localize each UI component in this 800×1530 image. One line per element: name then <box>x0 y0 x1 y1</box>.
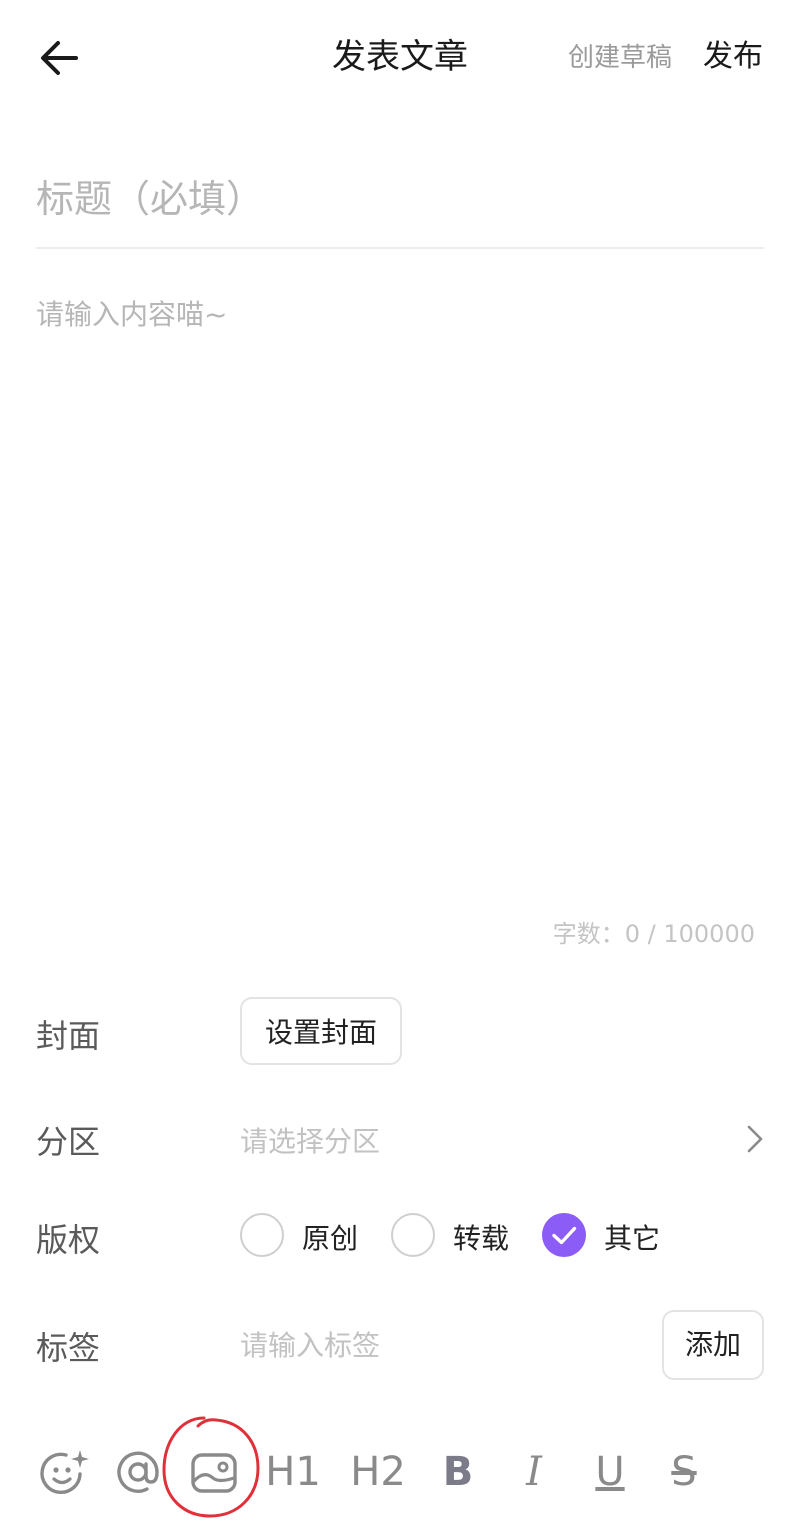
radio-checked-circle <box>542 1213 586 1257</box>
radio-circle <box>391 1213 435 1257</box>
radio-label: 原创 <box>302 1222 359 1255</box>
tag-input[interactable] <box>240 1322 640 1368</box>
page-title: 发表文章 <box>332 37 468 77</box>
cover-label: 封面 <box>36 1017 101 1055</box>
heading2-label: H2 <box>350 1449 406 1495</box>
partition-label: 分区 <box>36 1123 101 1161</box>
heading1-label: H1 <box>265 1449 321 1495</box>
italic-label: I <box>526 1449 542 1495</box>
add-tag-button[interactable]: 添加 <box>662 1310 764 1380</box>
word-count: 字数：0 / 100000 <box>552 920 755 948</box>
bold-button[interactable]: B <box>436 1440 480 1504</box>
radio-label: 其它 <box>604 1222 661 1255</box>
title-divider <box>36 247 764 249</box>
italic-button[interactable]: I <box>512 1440 556 1504</box>
copyright-radio-other[interactable]: 其它 <box>542 1213 672 1261</box>
tags-label: 标签 <box>36 1329 101 1367</box>
emoji-button[interactable] <box>36 1440 92 1504</box>
underline-label: U <box>595 1449 625 1495</box>
editor-toolbar: H1 H2 B I U S <box>0 1416 800 1530</box>
annotation-circle-icon <box>162 1416 260 1518</box>
radio-label: 转载 <box>453 1222 510 1255</box>
bold-label: B <box>442 1449 474 1495</box>
checkmark-icon <box>552 1226 577 1245</box>
strikethrough-button[interactable]: S <box>662 1440 706 1504</box>
underline-button[interactable]: U <box>588 1440 632 1504</box>
publish-button[interactable]: 发布 <box>703 36 763 78</box>
copyright-radio-repost[interactable]: 转载 <box>391 1213 521 1261</box>
mention-at-icon <box>117 1451 159 1493</box>
heading2-button[interactable]: H2 <box>348 1440 408 1504</box>
partition-select[interactable]: 请选择分区 <box>240 1114 770 1164</box>
create-draft-button[interactable]: 创建草稿 <box>568 40 672 76</box>
heading1-button[interactable]: H1 <box>264 1440 322 1504</box>
content-input[interactable] <box>36 294 762 894</box>
mention-button[interactable] <box>112 1440 164 1504</box>
copyright-label: 版权 <box>36 1221 101 1259</box>
emoji-sparkle-icon <box>40 1450 89 1495</box>
strikethrough-label: S <box>671 1449 697 1495</box>
set-cover-button[interactable]: 设置封面 <box>240 997 402 1065</box>
radio-circle <box>240 1213 284 1257</box>
copyright-radio-original[interactable]: 原创 <box>240 1213 370 1261</box>
partition-placeholder: 请选择分区 <box>240 1125 381 1158</box>
title-input[interactable] <box>36 170 762 228</box>
chevron-right-icon <box>747 1125 763 1153</box>
